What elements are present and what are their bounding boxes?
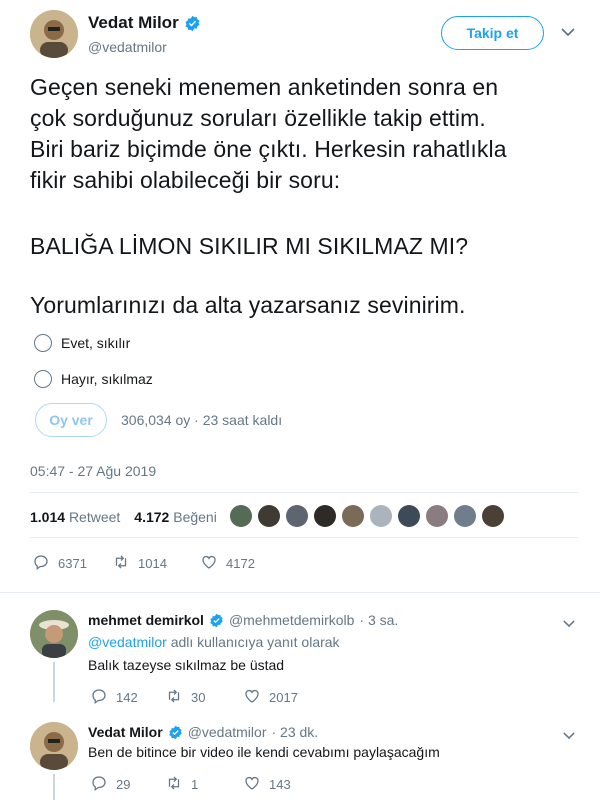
verified-badge-icon [209,613,224,628]
follow-button[interactable]: Takip et [441,16,544,50]
retweet-icon [165,774,183,795]
reply-icon [32,553,50,574]
retweet-button[interactable]: 1 [165,774,243,795]
tweet-text-line: Biri bariz biçimde öne çıktı. Herkesin r… [30,136,507,162]
poll-option-no[interactable]: Hayır, sıkılmaz [34,370,153,388]
retweet-button[interactable]: 30 [165,687,243,708]
reply-button[interactable]: 6371 [32,553,112,574]
liker-avatar[interactable] [230,505,252,527]
reply-header: mehmet demirkol @mehmetdemirkolb · 3 sa. [88,612,398,628]
retweet-icon [112,553,130,574]
reply-time[interactable]: · 3 sa. [359,612,398,628]
retweet-button[interactable]: 1014 [112,553,200,574]
chevron-down-icon[interactable] [561,24,575,42]
thread-line [53,662,55,702]
like-icon [243,687,261,708]
reply-author-handle[interactable]: @vedatmilor [188,724,267,740]
tweet-text: Geçen seneki menemen anketinden sonra en… [30,72,590,196]
like-icon [200,553,218,574]
like-button[interactable]: 4172 [200,553,255,574]
reply-header: Vedat Milor @vedatmilor · 23 dk. [88,724,318,740]
like-icon [243,774,261,795]
liker-avatar[interactable] [286,505,308,527]
liker-avatar[interactable] [342,505,364,527]
reply-context: @vedatmilor adlı kullanıcıya yanıt olara… [88,634,340,650]
author-handle[interactable]: @vedatmilor [88,39,167,55]
reply-author-name[interactable]: Vedat Milor [88,724,163,740]
reply-button[interactable]: 142 [90,687,165,708]
tweet-stats: 1.014 Retweet 4.172 Beğeni [30,509,217,525]
author-avatar[interactable] [30,10,78,58]
like-button[interactable]: 143 [243,774,291,795]
vote-button[interactable]: Oy ver [35,403,107,437]
reply-actions: 142 30 2017 [90,687,298,708]
tweet-question: BALIĞA LİMON SIKILIR MI SIKILMAZ MI? [30,233,469,259]
reply-time[interactable]: · 23 dk. [271,724,318,740]
poll-meta: 306,034 oy · 23 saat kaldı [121,412,283,428]
reply-button[interactable]: 29 [90,774,165,795]
reply-icon [90,774,108,795]
reply-author-handle[interactable]: @mehmetdemirkolb [229,612,354,628]
retweet-icon [165,687,183,708]
reply-avatar[interactable] [30,610,78,658]
reply-text: Balık tazeyse sıkılmaz be üstad [88,657,285,673]
liker-avatar[interactable] [258,505,280,527]
tweet-text-closing: Yorumlarınızı da alta yazarsanız sevinir… [30,292,466,318]
reply-avatar[interactable] [30,722,78,770]
radio-button[interactable] [34,334,52,352]
reply-actions: 29 1 143 [90,774,291,795]
tweet-timestamp[interactable]: 05:47 - 27 Ağu 2019 [30,463,156,479]
reply-author-name[interactable]: mehmet demirkol [88,612,204,628]
tweet-actions: 6371 1014 4172 [32,553,255,574]
liker-avatar[interactable] [426,505,448,527]
liker-avatar[interactable] [314,505,336,527]
like-stat[interactable]: 4.172 Beğeni [134,509,217,525]
reply-to-link[interactable]: @vedatmilor [88,634,167,650]
tweet-text-line: çok sorduğunuz soruları özellikle takip … [30,105,486,131]
author-name[interactable]: Vedat Milor [88,13,201,33]
chevron-down-icon[interactable] [563,615,575,633]
thread-line [53,774,55,800]
divider [30,492,578,493]
retweet-stat[interactable]: 1.014 Retweet [30,509,120,525]
liker-avatar[interactable] [482,505,504,527]
liker-avatar[interactable] [398,505,420,527]
poll-option-yes[interactable]: Evet, sıkılır [34,334,130,352]
verified-badge-icon [168,725,183,740]
reply-icon [90,687,108,708]
reply-text: Ben de bitince bir video ile kendi cevab… [88,744,440,760]
tweet-text-line: Geçen seneki menemen anketinden sonra en [30,74,499,100]
likers-avatars[interactable] [230,505,504,527]
liker-avatar[interactable] [370,505,392,527]
tweet-text-line: fikir sahibi olabileceği bir soru: [30,167,341,193]
radio-button[interactable] [34,370,52,388]
verified-badge-icon [184,15,201,32]
like-button[interactable]: 2017 [243,687,298,708]
divider [0,592,600,593]
chevron-down-icon[interactable] [563,727,575,745]
liker-avatar[interactable] [454,505,476,527]
divider [30,537,578,538]
